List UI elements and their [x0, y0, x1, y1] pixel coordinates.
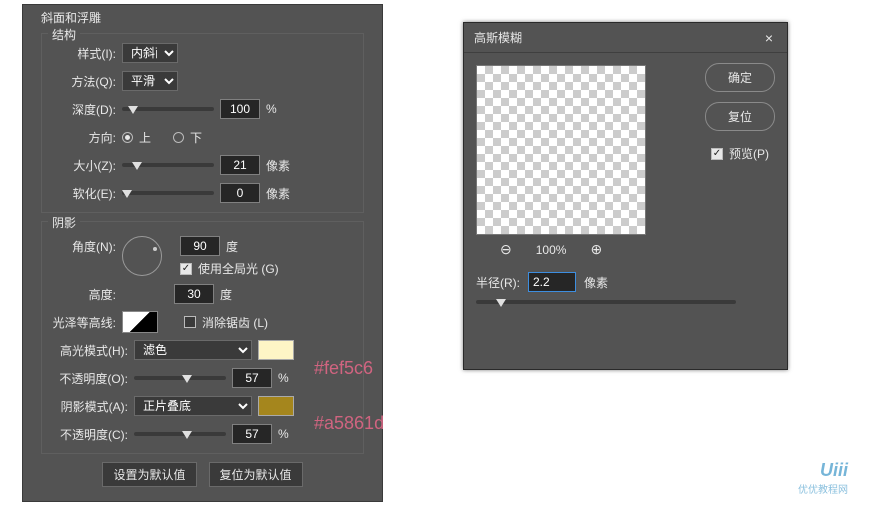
highlight-color-swatch[interactable] — [258, 340, 294, 360]
technique-label: 方法(Q): — [50, 73, 116, 90]
direction-label: 方向: — [50, 129, 116, 146]
angle-input[interactable] — [180, 236, 220, 256]
shadow-mode-label: 阴影模式(A): — [50, 398, 128, 415]
gauss-title: 高斯模糊 — [474, 29, 522, 46]
preview-label: 预览(P) — [729, 145, 769, 162]
highlight-opacity-label: 不透明度(O): — [50, 370, 128, 387]
radius-input[interactable] — [528, 272, 576, 292]
soften-unit: 像素 — [266, 185, 290, 202]
gloss-label: 光泽等高线: — [50, 314, 116, 331]
style-label: 样式(I): — [50, 45, 116, 62]
depth-input[interactable] — [220, 99, 260, 119]
shadow-opacity-unit: % — [278, 427, 289, 441]
angle-dial[interactable] — [122, 236, 162, 276]
depth-slider[interactable] — [122, 107, 214, 111]
highlight-mode-select[interactable]: 滤色 — [134, 340, 252, 360]
zoom-percent: 100% — [536, 243, 567, 257]
antialias-label: 消除锯齿 (L) — [202, 314, 268, 331]
shadow-color-annotation: #a5861d — [314, 413, 384, 434]
size-slider[interactable] — [122, 163, 214, 167]
shadow-color-swatch[interactable] — [258, 396, 294, 416]
global-light-checkbox[interactable] — [180, 263, 192, 275]
soften-label: 软化(E): — [50, 185, 116, 202]
size-unit: 像素 — [266, 157, 290, 174]
close-icon[interactable]: × — [761, 30, 777, 46]
highlight-opacity-slider[interactable] — [134, 376, 226, 380]
gauss-preview — [476, 65, 646, 235]
direction-up-text: 上 — [139, 129, 151, 146]
highlight-opacity-input[interactable] — [232, 368, 272, 388]
zoom-out-icon[interactable]: ⊖ — [500, 241, 512, 258]
direction-down-radio[interactable] — [173, 132, 184, 143]
altitude-input[interactable] — [174, 284, 214, 304]
shading-legend: 阴影 — [48, 214, 80, 231]
radius-unit: 像素 — [584, 274, 608, 291]
shadow-mode-select[interactable]: 正片叠底 — [134, 396, 252, 416]
altitude-label: 高度: — [50, 286, 116, 303]
zoom-in-icon[interactable]: ⊕ — [590, 241, 602, 258]
altitude-unit: 度 — [220, 286, 232, 303]
antialias-checkbox[interactable] — [184, 316, 196, 328]
shadow-opacity-slider[interactable] — [134, 432, 226, 436]
ok-button[interactable]: 确定 — [705, 63, 775, 92]
size-input[interactable] — [220, 155, 260, 175]
highlight-mode-label: 高光模式(H): — [50, 342, 128, 359]
global-light-label: 使用全局光 (G) — [198, 260, 279, 277]
gloss-contour-picker[interactable] — [122, 311, 158, 333]
radius-label: 半径(R): — [476, 274, 520, 291]
angle-label: 角度(N): — [50, 238, 116, 255]
angle-unit: 度 — [226, 238, 238, 255]
soften-input[interactable] — [220, 183, 260, 203]
depth-unit: % — [266, 102, 277, 116]
style-select[interactable]: 内斜面 — [122, 43, 178, 63]
size-label: 大小(Z): — [50, 157, 116, 174]
cancel-button[interactable]: 复位 — [705, 102, 775, 131]
watermark: Uiii 优优教程网 — [798, 460, 848, 496]
highlight-opacity-unit: % — [278, 371, 289, 385]
preview-checkbox[interactable] — [711, 148, 723, 160]
depth-label: 深度(D): — [50, 101, 116, 118]
gaussian-blur-dialog: 高斯模糊 × ⊖ 100% ⊕ 半径(R): 像素 确定 复位 预览(P) — [463, 22, 788, 370]
structure-group: 结构 样式(I): 内斜面 方法(Q): 平滑 深度(D): % 方向: 上 下… — [41, 33, 364, 213]
radius-slider[interactable] — [476, 300, 736, 304]
structure-legend: 结构 — [48, 26, 80, 43]
shadow-opacity-input[interactable] — [232, 424, 272, 444]
make-default-button[interactable]: 设置为默认值 — [102, 462, 196, 487]
direction-up-radio[interactable] — [122, 132, 133, 143]
direction-down-text: 下 — [190, 129, 202, 146]
technique-select[interactable]: 平滑 — [122, 71, 178, 91]
soften-slider[interactable] — [122, 191, 214, 195]
shadow-opacity-label: 不透明度(C): — [50, 426, 128, 443]
reset-default-button[interactable]: 复位为默认值 — [209, 462, 303, 487]
highlight-color-annotation: #fef5c6 — [314, 358, 373, 379]
